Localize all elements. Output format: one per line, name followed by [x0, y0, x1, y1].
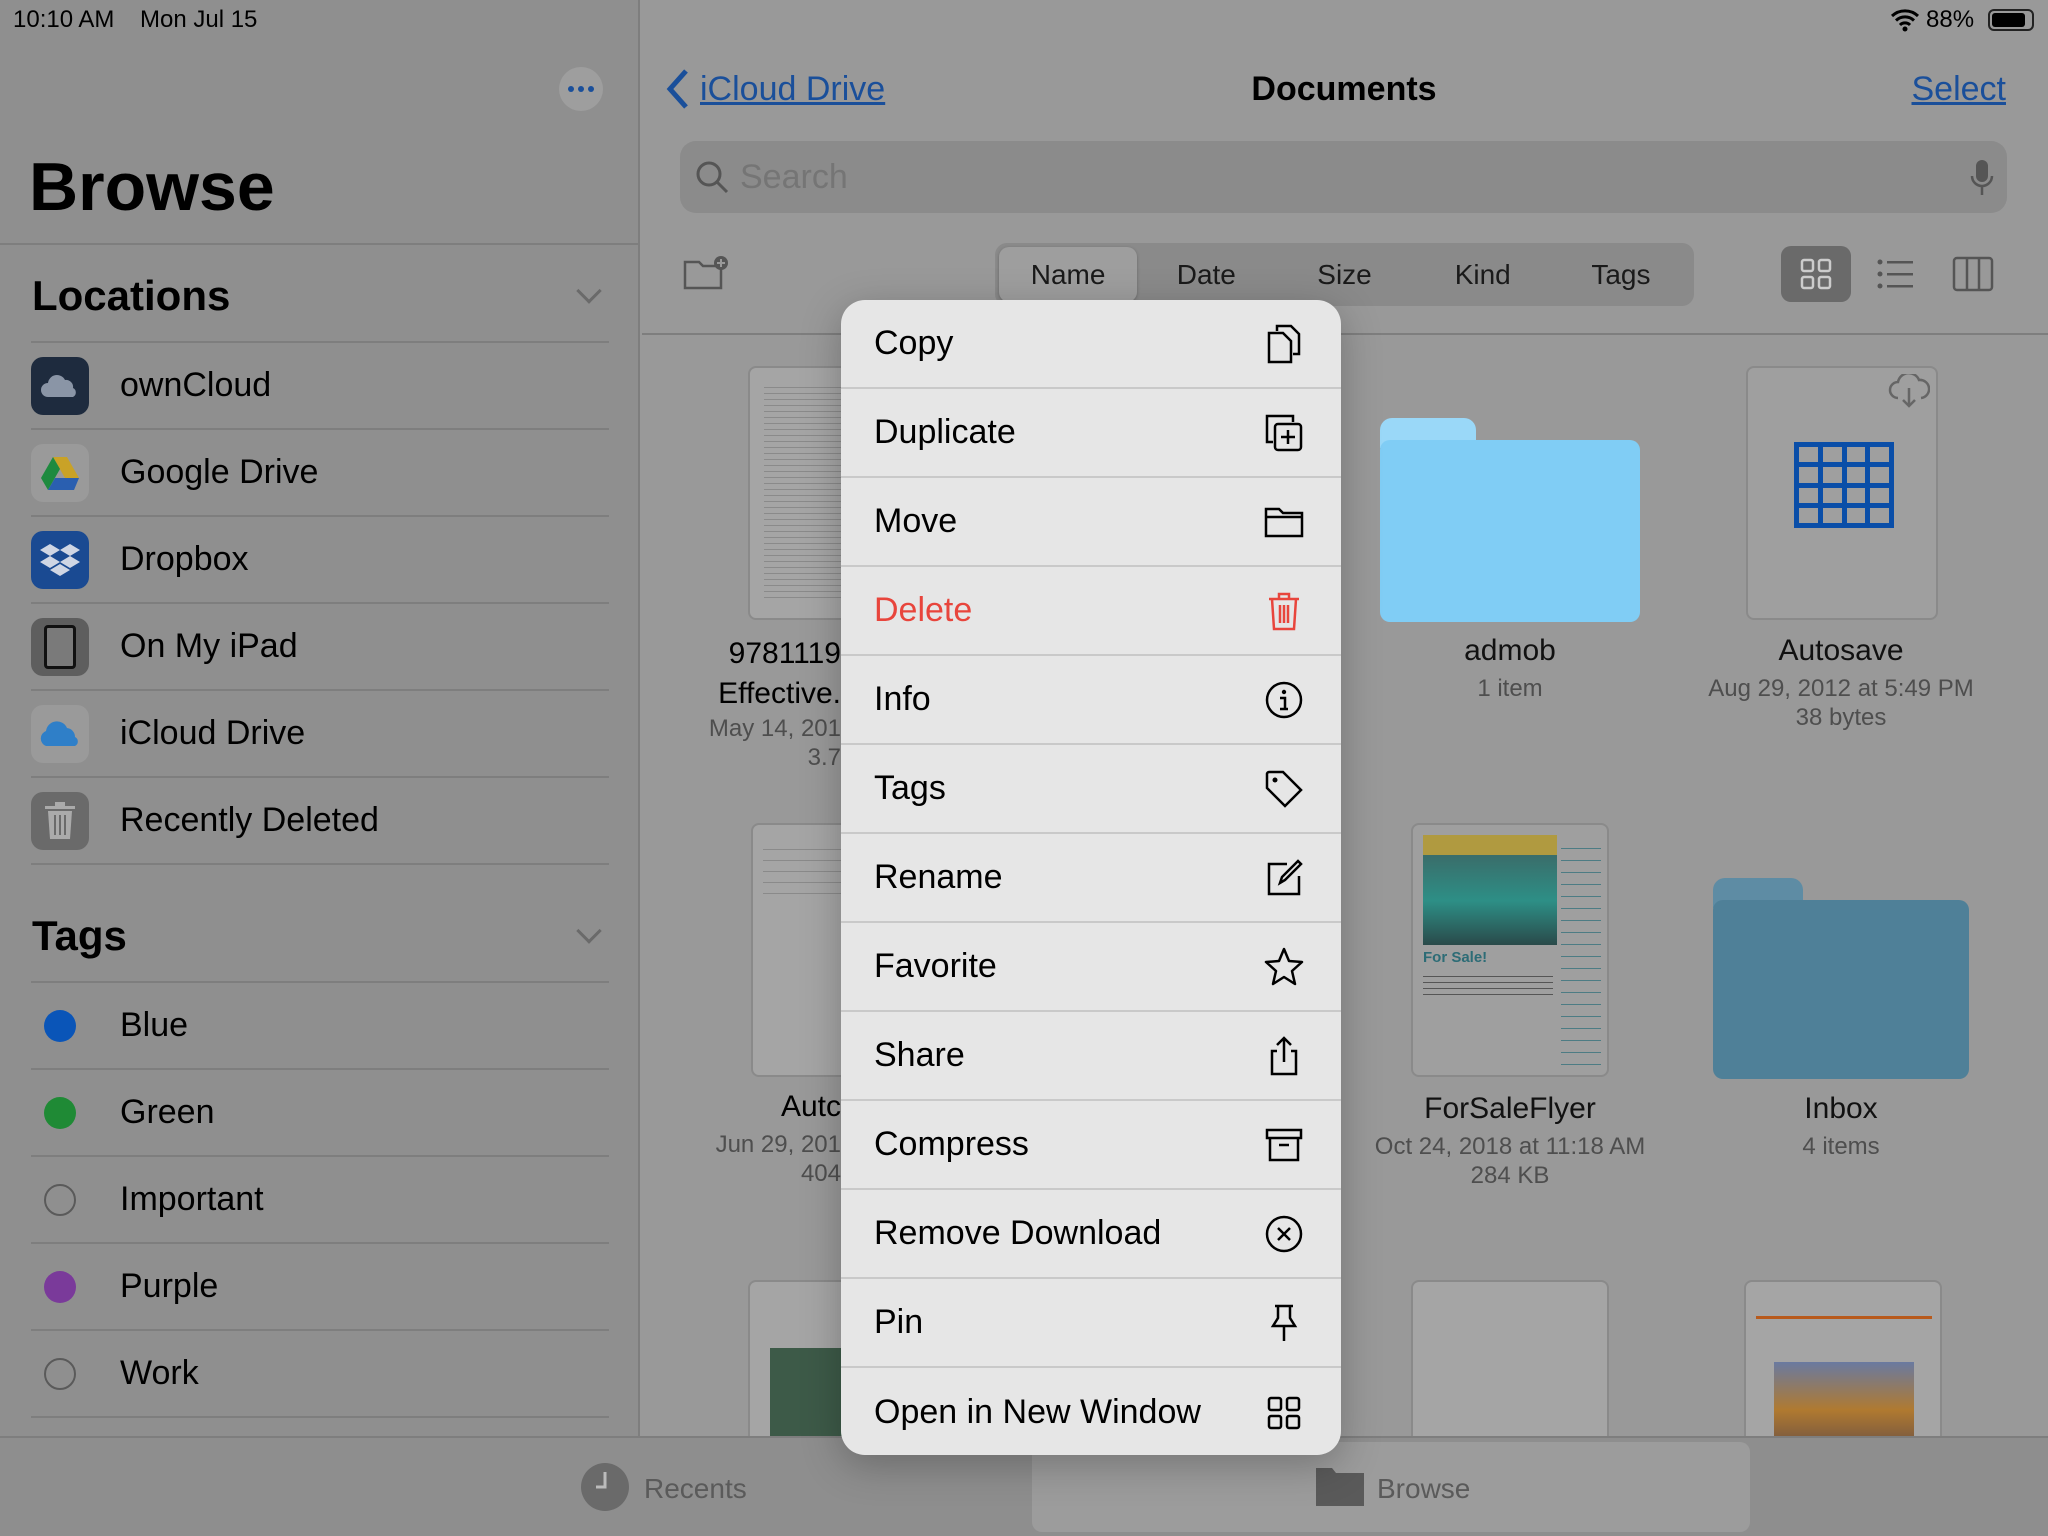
- cloud-download-icon[interactable]: [1888, 374, 1930, 408]
- status-date: Mon Jul 15: [140, 6, 258, 33]
- menu-item-move[interactable]: Move: [841, 478, 1341, 567]
- menu-item-rename[interactable]: Rename: [841, 834, 1341, 923]
- grid-icon: [1800, 258, 1832, 290]
- microphone-icon[interactable]: [1970, 159, 1994, 197]
- sidebar-item-google-drive[interactable]: Google Drive: [31, 429, 609, 516]
- icloud-icon: [31, 704, 89, 763]
- sidebar-tag-purple[interactable]: Purple: [31, 1243, 609, 1330]
- sidebar-item-on-my-ipad[interactable]: On My iPad: [31, 603, 609, 690]
- menu-item-delete[interactable]: Delete: [841, 567, 1341, 656]
- page-title: Documents: [1251, 70, 1437, 108]
- sidebar-item-icloud-drive[interactable]: iCloud Drive: [31, 690, 609, 777]
- tag-dot-icon: [44, 1009, 76, 1042]
- sidebar: Browse Locations ownCloud Google Drive D…: [0, 0, 640, 1436]
- search-field[interactable]: [680, 141, 2007, 213]
- back-chevron-icon[interactable]: [666, 68, 690, 110]
- sidebar-item-owncloud[interactable]: ownCloud: [31, 342, 609, 429]
- sidebar-title: Browse: [29, 149, 275, 225]
- owncloud-icon: [31, 356, 89, 415]
- menu-item-pin[interactable]: Pin: [841, 1279, 1341, 1368]
- folder-icon[interactable]: [1713, 878, 1969, 1079]
- sidebar-tag-important[interactable]: Important: [31, 1156, 609, 1243]
- x-circle-icon: [1265, 1215, 1303, 1252]
- wifi-icon: [1890, 9, 1920, 32]
- chevron-down-icon[interactable]: [576, 918, 602, 944]
- menu-item-compress[interactable]: Compress: [841, 1101, 1341, 1190]
- tab-browse[interactable]: Browse: [1032, 1442, 1750, 1532]
- sidebar-tag-blue[interactable]: Blue: [31, 982, 609, 1069]
- status-time: 10:10 AM: [13, 6, 115, 33]
- file-item[interactable]: Inbox 4 items: [1676, 1092, 2006, 1161]
- star-icon: [1264, 947, 1304, 985]
- file-item[interactable]: ForSaleFlyer Oct 24, 2018 at 11:18 AM 28…: [1345, 1092, 1675, 1190]
- tab-recents[interactable]: Recents: [580, 1458, 760, 1514]
- file-thumbnail[interactable]: [1746, 366, 1938, 620]
- sort-tab-kind[interactable]: Kind: [1414, 247, 1552, 302]
- archive-box-icon: [1265, 1128, 1303, 1161]
- dropbox-icon: [31, 530, 89, 589]
- list-view-icon[interactable]: [1877, 258, 1913, 290]
- duplicate-icon: [1265, 414, 1303, 451]
- menu-item-open-new-window[interactable]: Open in New Window: [841, 1368, 1341, 1455]
- sidebar-tag-work[interactable]: Work: [31, 1330, 609, 1417]
- sidebar-tag-green[interactable]: Green: [31, 1069, 609, 1156]
- tag-icon: [1265, 770, 1303, 808]
- menu-item-copy[interactable]: Copy: [841, 300, 1341, 389]
- tag-dot-icon: [44, 1270, 76, 1303]
- menu-item-share[interactable]: Share: [841, 1012, 1341, 1101]
- menu-item-remove-download[interactable]: Remove Download: [841, 1190, 1341, 1279]
- google-drive-icon: [31, 443, 89, 502]
- chevron-down-icon[interactable]: [576, 278, 602, 304]
- tag-dot-icon: [44, 1357, 76, 1390]
- clock-icon: [581, 1463, 629, 1511]
- sort-tab-tags[interactable]: Tags: [1552, 247, 1690, 302]
- select-button[interactable]: Select: [1912, 70, 2007, 109]
- more-button[interactable]: [559, 67, 603, 111]
- file-thumbnail[interactable]: [1744, 1280, 1942, 1450]
- context-menu: Copy Duplicate Move Delete Info Tags Ren…: [841, 300, 1341, 1455]
- menu-item-info[interactable]: Info: [841, 656, 1341, 745]
- ipad-icon: [31, 617, 89, 676]
- grid-view-button[interactable]: [1781, 246, 1851, 302]
- grid-window-icon: [1267, 1396, 1301, 1429]
- sort-tab-size[interactable]: Size: [1275, 247, 1413, 302]
- menu-item-tags[interactable]: Tags: [841, 745, 1341, 834]
- sort-tab-date[interactable]: Date: [1137, 247, 1275, 302]
- sort-control: Name Date Size Kind Tags: [995, 243, 1694, 306]
- tag-dot-icon: [44, 1183, 76, 1216]
- menu-item-favorite[interactable]: Favorite: [841, 923, 1341, 1012]
- folder-icon: [1264, 507, 1304, 537]
- sidebar-item-dropbox[interactable]: Dropbox: [31, 516, 609, 603]
- locations-header[interactable]: Locations: [32, 272, 230, 320]
- tag-dot-icon: [44, 1096, 76, 1129]
- file-thumbnail[interactable]: [1411, 1280, 1609, 1450]
- file-item[interactable]: Autosave Aug 29, 2012 at 5:49 PM 38 byte…: [1676, 634, 2006, 732]
- search-input[interactable]: [740, 155, 1920, 199]
- battery-percent: 88%: [1926, 6, 1975, 33]
- tags-header[interactable]: Tags: [32, 912, 127, 960]
- file-item[interactable]: admob 1 item: [1345, 634, 1675, 703]
- share-icon: [1270, 1035, 1298, 1075]
- pin-icon: [1270, 1304, 1298, 1341]
- pencil-square-icon: [1267, 858, 1303, 895]
- search-icon: [696, 161, 729, 194]
- trash-icon: [1269, 592, 1299, 630]
- column-view-icon[interactable]: [1952, 256, 1994, 292]
- info-icon: [1265, 681, 1303, 718]
- file-thumbnail[interactable]: For Sale!: [1411, 823, 1609, 1077]
- new-folder-icon[interactable]: [683, 254, 729, 292]
- trash-icon: [31, 791, 89, 850]
- sidebar-item-recently-deleted[interactable]: Recently Deleted: [31, 777, 609, 864]
- menu-item-duplicate[interactable]: Duplicate: [841, 389, 1341, 478]
- photo-thumbnail: [1423, 835, 1557, 945]
- spreadsheet-icon: [1794, 442, 1894, 528]
- folder-icon: [1316, 1468, 1364, 1506]
- battery-icon: [1988, 9, 2034, 31]
- folder-icon[interactable]: [1380, 418, 1640, 622]
- back-button[interactable]: iCloud Drive: [700, 70, 885, 109]
- sort-tab-name[interactable]: Name: [999, 247, 1138, 302]
- copy-icon: [1267, 324, 1301, 363]
